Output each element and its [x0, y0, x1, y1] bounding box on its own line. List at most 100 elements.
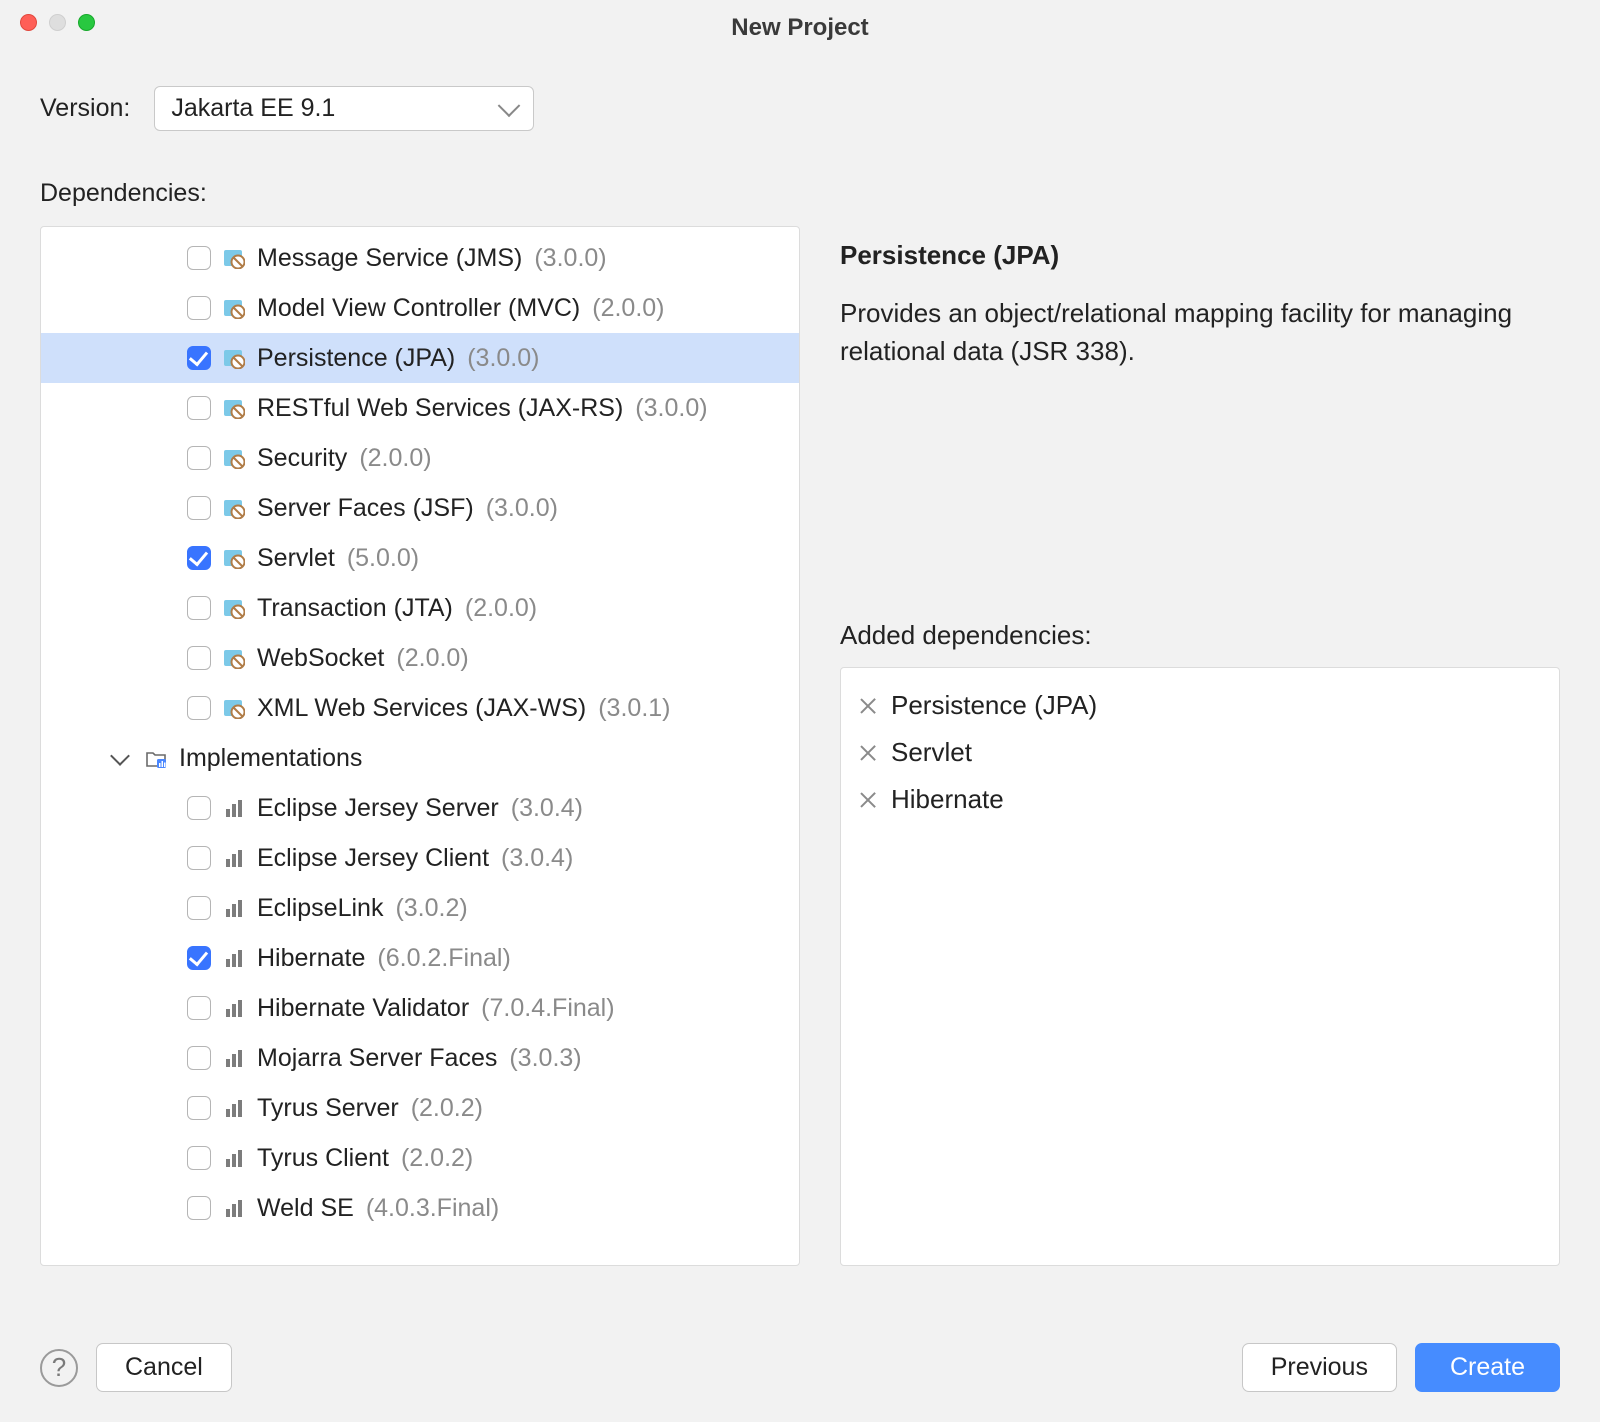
- dependency-checkbox[interactable]: [187, 1096, 211, 1120]
- dependency-checkbox[interactable]: [187, 446, 211, 470]
- library-icon: [223, 1047, 245, 1069]
- dependency-version: (3.0.0): [534, 244, 606, 273]
- dependency-version: (2.0.0): [396, 644, 468, 673]
- dependency-name: Tyrus Server: [257, 1094, 399, 1123]
- titlebar: New Project: [0, 0, 1600, 46]
- dependency-checkbox[interactable]: [187, 846, 211, 870]
- dependency-checkbox[interactable]: [187, 346, 211, 370]
- dependency-version: (2.0.2): [401, 1144, 473, 1173]
- dependency-version: (3.0.2): [395, 894, 467, 923]
- added-dependency-item: Servlet: [859, 729, 1541, 776]
- dependency-checkbox[interactable]: [187, 646, 211, 670]
- dependency-row[interactable]: Tyrus Client (2.0.2): [41, 1133, 799, 1183]
- dependency-row[interactable]: Weld SE (4.0.3.Final): [41, 1183, 799, 1233]
- window-controls: [20, 14, 95, 31]
- dependency-version: (5.0.0): [347, 544, 419, 573]
- dependency-version: (3.0.4): [501, 844, 573, 873]
- minimize-window-button[interactable]: [49, 14, 66, 31]
- library-icon: [223, 997, 245, 1019]
- library-icon: [223, 947, 245, 969]
- dependency-row[interactable]: Message Service (JMS) (3.0.0): [41, 233, 799, 283]
- cancel-button[interactable]: Cancel: [96, 1343, 232, 1392]
- dependency-checkbox[interactable]: [187, 1046, 211, 1070]
- dependency-row[interactable]: WebSocket (2.0.0): [41, 633, 799, 683]
- dependency-version: (3.0.0): [635, 394, 707, 423]
- version-select[interactable]: Jakarta EE 9.1: [154, 86, 534, 131]
- dependency-version: (3.0.3): [509, 1044, 581, 1073]
- library-icon: [223, 847, 245, 869]
- dependency-row[interactable]: Persistence (JPA) (3.0.0): [41, 333, 799, 383]
- dependency-row[interactable]: EclipseLink (3.0.2): [41, 883, 799, 933]
- dependency-row[interactable]: Eclipse Jersey Server (3.0.4): [41, 783, 799, 833]
- dependency-checkbox[interactable]: [187, 296, 211, 320]
- dependency-row[interactable]: Transaction (JTA) (2.0.0): [41, 583, 799, 633]
- dependency-checkbox[interactable]: [187, 996, 211, 1020]
- implementations-group[interactable]: Implementations: [41, 733, 799, 783]
- dependency-row[interactable]: Servlet (5.0.0): [41, 533, 799, 583]
- remove-icon[interactable]: [859, 744, 877, 762]
- library-icon: [223, 1097, 245, 1119]
- dependency-checkbox[interactable]: [187, 1196, 211, 1220]
- folder-icon: [145, 747, 167, 769]
- dependency-version: (6.0.2.Final): [377, 944, 510, 973]
- close-window-button[interactable]: [20, 14, 37, 31]
- dependency-row[interactable]: Tyrus Server (2.0.2): [41, 1083, 799, 1133]
- dependency-checkbox[interactable]: [187, 696, 211, 720]
- spec-icon: [223, 647, 245, 669]
- dependency-row[interactable]: Eclipse Jersey Client (3.0.4): [41, 833, 799, 883]
- content: Version: Jakarta EE 9.1 Dependencies: Me…: [0, 46, 1600, 1266]
- dependency-name: Server Faces (JSF): [257, 494, 474, 523]
- zoom-window-button[interactable]: [78, 14, 95, 31]
- dependency-checkbox[interactable]: [187, 396, 211, 420]
- dependency-row[interactable]: XML Web Services (JAX-WS) (3.0.1): [41, 683, 799, 733]
- dependency-name: Security: [257, 444, 347, 473]
- spec-icon: [223, 347, 245, 369]
- dependency-version: (2.0.0): [465, 594, 537, 623]
- dependency-checkbox[interactable]: [187, 596, 211, 620]
- spec-icon: [223, 497, 245, 519]
- added-dependency-name: Servlet: [891, 737, 972, 768]
- version-label: Version:: [40, 94, 130, 123]
- dependency-checkbox[interactable]: [187, 896, 211, 920]
- dependency-checkbox[interactable]: [187, 496, 211, 520]
- dependency-version: (2.0.0): [592, 294, 664, 323]
- spec-icon: [223, 397, 245, 419]
- dependency-checkbox[interactable]: [187, 796, 211, 820]
- dependency-name: XML Web Services (JAX-WS): [257, 694, 586, 723]
- detail-description: Provides an object/relational mapping fa…: [840, 295, 1560, 370]
- dependency-checkbox[interactable]: [187, 546, 211, 570]
- dependency-row[interactable]: Mojarra Server Faces (3.0.3): [41, 1033, 799, 1083]
- dependency-name: Message Service (JMS): [257, 244, 522, 273]
- split-panes: Message Service (JMS) (3.0.0)Model View …: [40, 226, 1560, 1266]
- spec-icon: [223, 247, 245, 269]
- previous-button[interactable]: Previous: [1242, 1343, 1397, 1392]
- dependency-version: (3.0.1): [598, 694, 670, 723]
- dependency-name: Transaction (JTA): [257, 594, 453, 623]
- library-icon: [223, 1197, 245, 1219]
- dependency-row[interactable]: Hibernate (6.0.2.Final): [41, 933, 799, 983]
- added-dependency-item: Persistence (JPA): [859, 682, 1541, 729]
- dependency-checkbox[interactable]: [187, 246, 211, 270]
- help-button[interactable]: ?: [40, 1349, 78, 1387]
- dependency-version: (3.0.0): [486, 494, 558, 523]
- remove-icon[interactable]: [859, 791, 877, 809]
- dependency-checkbox[interactable]: [187, 946, 211, 970]
- create-button[interactable]: Create: [1415, 1343, 1560, 1392]
- library-icon: [223, 897, 245, 919]
- dependency-name: RESTful Web Services (JAX-RS): [257, 394, 623, 423]
- dependency-tree[interactable]: Message Service (JMS) (3.0.0)Model View …: [40, 226, 800, 1266]
- version-value: Jakarta EE 9.1: [171, 94, 335, 122]
- remove-icon[interactable]: [859, 697, 877, 715]
- dependency-version: (2.0.2): [411, 1094, 483, 1123]
- footer: ? Cancel Previous Create: [0, 1317, 1600, 1422]
- window-title: New Project: [20, 14, 1580, 42]
- dependency-row[interactable]: Model View Controller (MVC) (2.0.0): [41, 283, 799, 333]
- dependency-checkbox[interactable]: [187, 1146, 211, 1170]
- dependency-row[interactable]: RESTful Web Services (JAX-RS) (3.0.0): [41, 383, 799, 433]
- dependency-row[interactable]: Hibernate Validator (7.0.4.Final): [41, 983, 799, 1033]
- dependency-row[interactable]: Security (2.0.0): [41, 433, 799, 483]
- dependency-row[interactable]: Server Faces (JSF) (3.0.0): [41, 483, 799, 533]
- dependency-name: Hibernate Validator: [257, 994, 469, 1023]
- added-dependency-name: Hibernate: [891, 784, 1004, 815]
- dependency-name: Eclipse Jersey Server: [257, 794, 499, 823]
